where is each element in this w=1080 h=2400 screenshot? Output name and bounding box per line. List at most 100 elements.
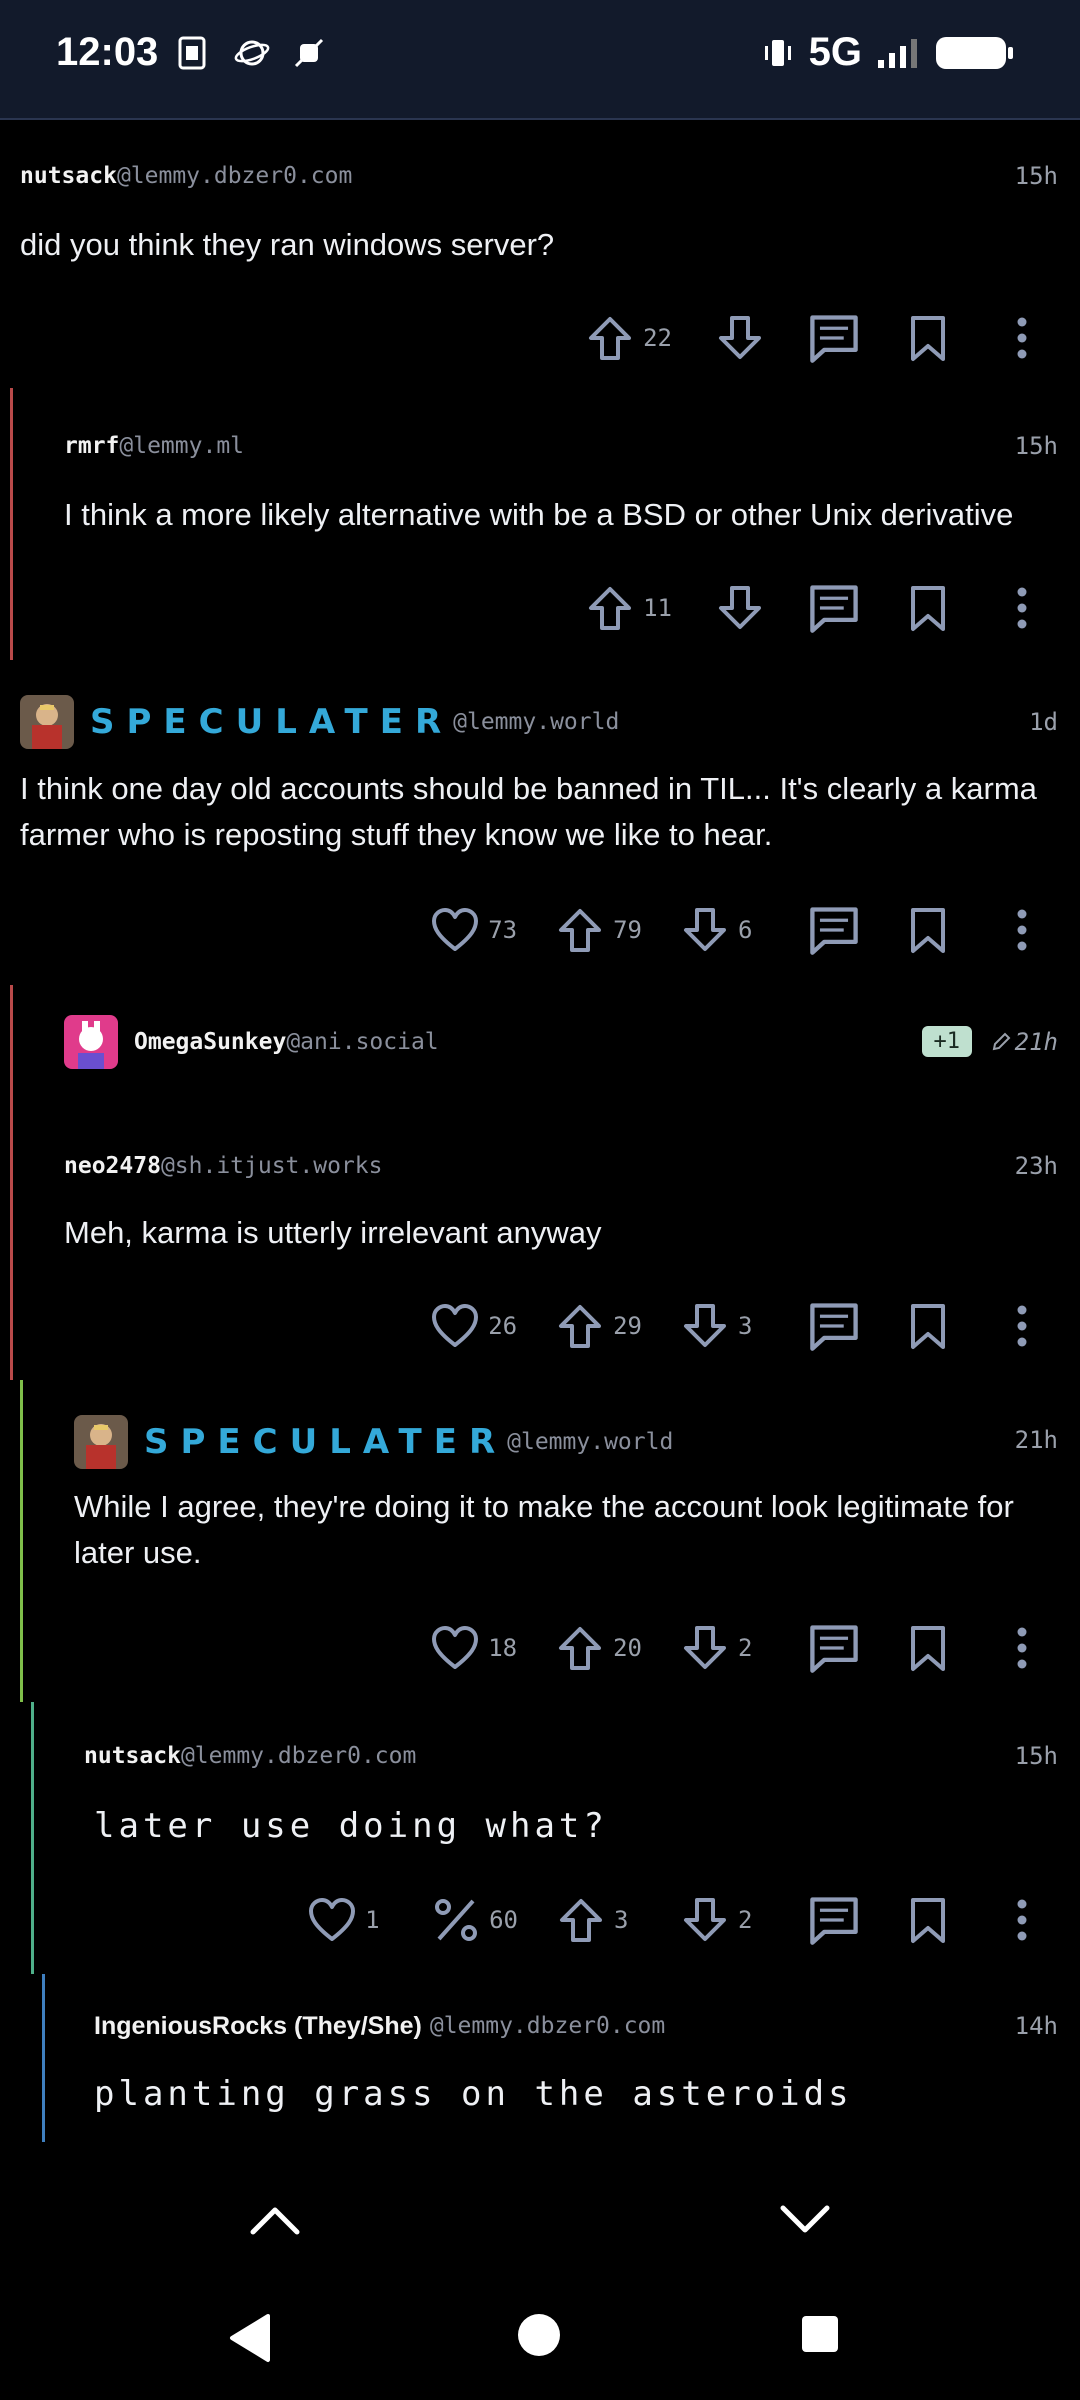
- comment-actions: 1 60 3 2: [307, 1880, 1080, 1960]
- avatar[interactable]: [64, 1015, 118, 1069]
- comment-time: 15h: [1014, 432, 1058, 460]
- more-button[interactable]: [992, 1890, 1052, 1950]
- chevron-up-icon: [250, 2207, 300, 2235]
- more-button[interactable]: [992, 900, 1052, 960]
- username[interactable]: nutsack: [20, 163, 117, 189]
- username[interactable]: OmegaSunkey: [134, 1029, 286, 1055]
- comment: neo2478 @sh.itjust.works 23h Meh, karma …: [0, 1132, 1080, 1380]
- username[interactable]: rmrf: [64, 433, 119, 459]
- signal-icon: [878, 38, 917, 68]
- comment: rmrf @lemmy.ml 15h I think a more likely…: [0, 388, 1080, 660]
- save-button[interactable]: [898, 308, 958, 368]
- previous-comment-button[interactable]: [240, 2190, 310, 2250]
- comment-time: 21h: [991, 1028, 1058, 1056]
- reply-button[interactable]: [804, 1296, 864, 1356]
- reply-button[interactable]: [804, 578, 864, 638]
- downvote-button[interactable]: 6: [680, 905, 766, 955]
- battery-icon: [936, 36, 1013, 69]
- upvote-count: 11: [643, 594, 672, 622]
- username[interactable]: IngeniousRocks (They/She): [94, 2012, 422, 2041]
- avatar[interactable]: [74, 1415, 128, 1469]
- comment-actions: 26 29 3: [430, 1286, 1080, 1366]
- comment-text: While I agree, they're doing it to make …: [74, 1489, 1014, 1570]
- upvote-button[interactable]: 22: [585, 313, 672, 363]
- score-badge: +1: [921, 1026, 972, 1057]
- thread-indicator: [10, 388, 13, 660]
- avatar[interactable]: [20, 695, 74, 749]
- upvote-button[interactable]: 20: [555, 1623, 642, 1673]
- heart-icon: [432, 1626, 479, 1669]
- bookmark-icon: [911, 1898, 945, 1943]
- reply-button[interactable]: [804, 1890, 864, 1950]
- recents-button[interactable]: [800, 2314, 844, 2358]
- comment-time: 1d: [1029, 708, 1058, 736]
- save-button[interactable]: [898, 900, 958, 960]
- comment-header: neo2478 @sh.itjust.works: [64, 1142, 383, 1190]
- comment: SPECULATER @lemmy.world 21h While I agre…: [0, 1380, 1080, 1702]
- arrow-down-icon: [719, 586, 761, 629]
- username[interactable]: SPECULATER: [90, 702, 453, 742]
- comment-header: rmrf @lemmy.ml: [64, 422, 244, 470]
- more-vertical-icon: [1017, 587, 1027, 629]
- status-right: 5G: [761, 30, 1013, 75]
- more-button[interactable]: [992, 1618, 1052, 1678]
- back-button[interactable]: [226, 2312, 296, 2372]
- more-vertical-icon: [1017, 909, 1027, 951]
- upvote-button[interactable]: 29: [555, 1301, 642, 1351]
- downvote-button[interactable]: [710, 308, 770, 368]
- comment-collapsed[interactable]: OmegaSunkey @ani.social +1 21h: [0, 1000, 1080, 1090]
- thread-indicator: [20, 1380, 23, 1702]
- reply-button[interactable]: [804, 1618, 864, 1678]
- reply-icon: [807, 311, 861, 365]
- reply-icon: [807, 1621, 861, 1675]
- upvote-button[interactable]: 11: [585, 583, 672, 633]
- reply-icon: [807, 1893, 861, 1947]
- heart-icon: [309, 1898, 356, 1941]
- reply-button[interactable]: [804, 900, 864, 960]
- comment-header: SPECULATER @lemmy.world: [20, 694, 619, 750]
- chevron-down-icon: [780, 2205, 830, 2233]
- upvote-count: 79: [613, 916, 642, 944]
- comment: SPECULATER @lemmy.world 1d I think one d…: [0, 680, 1080, 980]
- reply-button[interactable]: [804, 308, 864, 368]
- like-button[interactable]: 1: [307, 1895, 393, 1945]
- save-button[interactable]: [898, 1618, 958, 1678]
- thread-indicator: [42, 1974, 45, 2142]
- like-button[interactable]: 18: [430, 1623, 517, 1673]
- downvote-button[interactable]: [710, 578, 770, 638]
- like-count: 1: [365, 1906, 380, 1934]
- like-button[interactable]: 26: [430, 1301, 517, 1351]
- username[interactable]: SPECULATER: [144, 1422, 507, 1462]
- next-comment-button[interactable]: [770, 2190, 840, 2250]
- user-instance: @lemmy.world: [507, 1429, 674, 1455]
- save-button[interactable]: [898, 1890, 958, 1950]
- more-vertical-icon: [1017, 1899, 1027, 1941]
- more-button[interactable]: [992, 308, 1052, 368]
- downvote-button[interactable]: 3: [680, 1301, 766, 1351]
- upvote-button[interactable]: 3: [556, 1895, 642, 1945]
- more-vertical-icon: [1017, 1305, 1027, 1347]
- percent-button[interactable]: 60: [431, 1895, 518, 1945]
- username[interactable]: nutsack: [84, 1743, 181, 1769]
- downvote-button[interactable]: 2: [680, 1623, 766, 1673]
- upvote-button[interactable]: 79: [555, 905, 642, 955]
- comment-header: IngeniousRocks (They/She) @lemmy.dbzer0.…: [94, 2002, 665, 2050]
- home-button[interactable]: [516, 2312, 564, 2360]
- like-count: 18: [488, 1634, 518, 1662]
- arrow-down-icon: [684, 1898, 726, 1941]
- comment-header: OmegaSunkey @ani.social: [64, 1014, 439, 1070]
- save-button[interactable]: [898, 578, 958, 638]
- notification-icons: [176, 36, 324, 70]
- save-button[interactable]: [898, 1296, 958, 1356]
- more-button[interactable]: [992, 578, 1052, 638]
- back-triangle-icon: [230, 2314, 270, 2362]
- sim-card-icon: [176, 36, 208, 70]
- bookmark-icon: [911, 1304, 945, 1349]
- downvote-button[interactable]: 2: [680, 1895, 766, 1945]
- percent-value: 60: [489, 1906, 518, 1934]
- comment: IngeniousRocks (They/She) @lemmy.dbzer0.…: [0, 1974, 1080, 2142]
- username[interactable]: neo2478: [64, 1153, 161, 1179]
- more-button[interactable]: [992, 1296, 1052, 1356]
- like-button[interactable]: 73: [430, 905, 517, 955]
- planet-icon: [234, 36, 270, 70]
